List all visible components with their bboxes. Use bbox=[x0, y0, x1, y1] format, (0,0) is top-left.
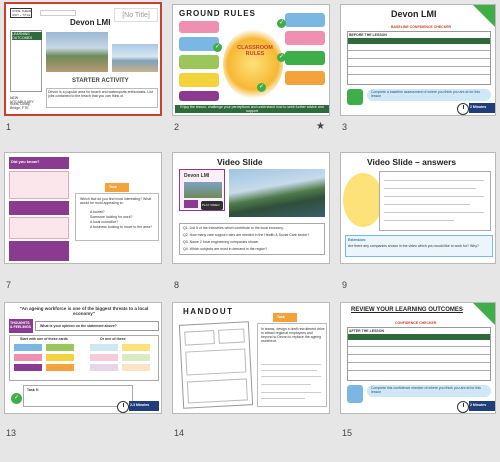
slide-sorter: { "slides": [ {"number": "1", "title": "… bbox=[0, 0, 500, 462]
clock-icon bbox=[457, 401, 469, 413]
slide-number-7: 7 bbox=[6, 280, 12, 290]
keywords-list: Rural, Lusby, Bridge, FTE bbox=[10, 102, 31, 110]
opinion-grid: Start with one of these cards Or one of … bbox=[9, 335, 159, 381]
task-label: Task bbox=[273, 313, 297, 322]
beach-photo bbox=[112, 44, 158, 72]
slide-number-1: 1 bbox=[6, 122, 12, 132]
instruction-banner: Complete this confidence checker of wher… bbox=[367, 385, 491, 397]
task-label: Task bbox=[105, 183, 129, 192]
slide-number-9: 9 bbox=[342, 280, 348, 290]
slide-thumbnail-13[interactable]: "An ageing workforce is one of the bigge… bbox=[4, 302, 162, 414]
slide-thumbnail-8[interactable]: Video Slide Devon LMI PLAY VIDEO Q1. Lis… bbox=[172, 152, 330, 264]
confidence-table: AFTER THE LESSON bbox=[347, 327, 491, 381]
slide-number-3: 3 bbox=[342, 122, 348, 132]
task-card: In teams, design a draft recruitment dri… bbox=[257, 323, 327, 407]
task-card: Which fact do you find most interesting?… bbox=[75, 193, 159, 241]
extension-box: Extension: Are there any companies shown… bbox=[345, 235, 493, 257]
classroom-rules-label: CLASSROOM RULES bbox=[237, 45, 273, 57]
slide-thumbnail-9[interactable]: Video Slide – answers Extension: Are the… bbox=[340, 152, 496, 264]
starter-activity-label: STARTER ACTIVITY bbox=[72, 78, 129, 84]
slide-title: Devon LMI bbox=[391, 9, 437, 19]
check-icon: ✓ bbox=[277, 19, 286, 28]
slide-thumbnail-1[interactable]: CORE THEME UNIT + TITLE Devon LMI [No Ti… bbox=[4, 2, 162, 116]
slide-thumbnail-14[interactable]: HANDOUT Task In teams, design a draft re… bbox=[172, 302, 330, 414]
check-icon: ✓ bbox=[213, 43, 222, 52]
answers-box bbox=[379, 171, 491, 231]
slide-title: Video Slide bbox=[217, 157, 263, 167]
slide-title: Devon LMI bbox=[70, 18, 111, 27]
slide-number-14: 14 bbox=[174, 428, 185, 438]
slide-number-13: 13 bbox=[6, 428, 17, 438]
instruction-banner: Complete a baseline assessment of where … bbox=[367, 89, 491, 101]
slide-thumbnail-3[interactable]: Devon LMI BASELINE CONFIDENCE CHECKER BE… bbox=[340, 4, 496, 116]
handout-title: HANDOUT bbox=[183, 307, 234, 316]
play-video-button[interactable]: PLAY VIDEO bbox=[201, 201, 223, 210]
ground-rules-title: GROUND RULES bbox=[179, 9, 256, 18]
clock-icon bbox=[117, 401, 129, 413]
clock-icon bbox=[457, 103, 469, 115]
slide-thumbnail-15[interactable]: REVIEW YOUR LEARNING OUTCOMES CONFIDENCE… bbox=[340, 302, 496, 414]
starter-description: Devon is a popular area for beach and wa… bbox=[46, 88, 158, 108]
check-icon: ✓ bbox=[277, 53, 286, 62]
ground-rules-footer: Enjoy the lesson, challenge your percept… bbox=[175, 105, 329, 113]
handout-preview bbox=[178, 321, 254, 409]
slide-title: REVIEW YOUR LEARNING OUTCOMES bbox=[351, 307, 463, 313]
questions-box: Q1. List 5 of the industries which contr… bbox=[179, 223, 325, 255]
checker-heading: BASELINE CONFIDENCE CHECKER bbox=[391, 25, 452, 29]
core-theme-logo: CORE THEME UNIT + TITLE bbox=[10, 8, 32, 18]
classroom-rules-center bbox=[223, 29, 283, 99]
video-preview[interactable] bbox=[229, 169, 325, 217]
slide-number-2: 2 bbox=[174, 122, 180, 132]
check-icon: ✓ bbox=[11, 393, 22, 404]
learning-outcomes-panel: LEARNING OUTCOMES bbox=[10, 30, 42, 92]
answers-circle bbox=[343, 173, 383, 227]
check-icon: ✓ bbox=[257, 83, 266, 92]
starter-photo bbox=[46, 32, 108, 72]
statement-title: "An ageing workforce is one of the bigge… bbox=[19, 306, 149, 316]
slide-number-8: 8 bbox=[174, 280, 180, 290]
clipart-review bbox=[347, 385, 363, 403]
no-title-badge: [No Title] bbox=[114, 8, 158, 22]
checker-heading: CONFIDENCE CHECKER bbox=[395, 321, 437, 325]
clipart-tick bbox=[347, 89, 363, 105]
slide-thumbnail-2[interactable]: GROUND RULES CLASSROOM RULES ✓ ✓ ✓ ✓ Enj… bbox=[172, 4, 330, 116]
confidence-table: BEFORE THE LESSON bbox=[347, 31, 491, 85]
slide-title: Video Slide – answers bbox=[367, 157, 457, 167]
slide-thumbnail-7[interactable]: Did you know? Task Which fact do you fin… bbox=[4, 152, 162, 264]
star-icon[interactable]: ★ bbox=[316, 121, 325, 132]
slide-number-15: 15 bbox=[342, 428, 353, 438]
